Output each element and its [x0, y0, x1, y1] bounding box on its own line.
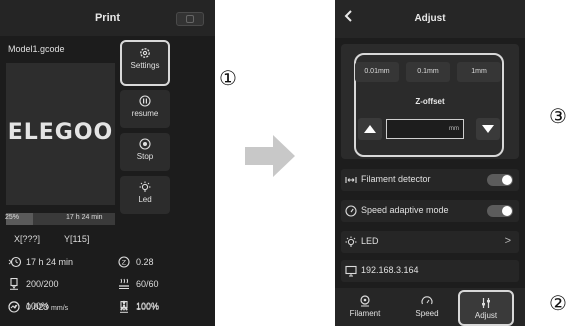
progress-percent: 25%	[5, 214, 20, 221]
stop-icon	[139, 138, 151, 150]
resume-button[interactable]: resume	[120, 90, 170, 128]
speed-adaptive-row[interactable]: Speed adaptive mode	[341, 200, 519, 222]
tab-filament-label: Filament	[349, 309, 381, 318]
flow-gauge-icon	[8, 301, 20, 313]
stat-time-value: 17 h 24 min	[26, 257, 74, 267]
adjust-title: Adjust	[414, 13, 446, 24]
window-icon	[186, 15, 194, 23]
stat-flow-value: 0.023 mm/s	[26, 302, 69, 312]
triangle-down-icon	[482, 125, 494, 133]
chevron-right-icon: >	[504, 235, 511, 247]
filament-icon	[360, 295, 370, 307]
z-height-icon: Z	[118, 256, 130, 268]
filament-detector-row[interactable]: Filament detector	[341, 169, 519, 191]
led-row-label: LED	[361, 236, 379, 246]
tab-speed[interactable]: Speed	[399, 290, 455, 326]
tab-filament[interactable]: Filament	[337, 290, 393, 326]
stat-bed-value: 60/60	[136, 279, 159, 289]
print-screen: Print Model1.gcode ELEGOO Settings resum…	[0, 0, 215, 326]
right-arrow-icon	[245, 135, 295, 177]
tab-adjust-label: Adjust	[474, 311, 498, 320]
time-remaining: 17 h 24 min	[66, 214, 103, 221]
speedometer-icon	[345, 205, 357, 217]
led-label: Led	[138, 195, 152, 204]
adjust-icon	[482, 298, 490, 308]
z-up-button[interactable]	[358, 118, 382, 140]
speed-adaptive-label: Speed adaptive mode	[361, 205, 449, 215]
tab-speed-label: Speed	[415, 309, 439, 318]
svg-text:Z: Z	[122, 258, 127, 266]
ip-address-row: 192.168.3.164	[341, 260, 519, 282]
filament-detector-toggle[interactable]	[487, 174, 513, 186]
z-offset-field[interactable]: mm	[386, 119, 464, 139]
resume-icon	[139, 95, 151, 107]
clock-arrow-icon	[8, 256, 22, 268]
step-marker-1: ①	[219, 66, 237, 90]
resume-label: resume	[131, 109, 159, 118]
triangle-up-icon	[364, 125, 376, 133]
speed-adaptive-toggle[interactable]	[487, 205, 513, 217]
z-offset-label: Z-offset	[415, 97, 445, 106]
speedometer-icon	[421, 296, 433, 305]
led-row[interactable]: LED >	[341, 231, 519, 253]
z-down-button[interactable]	[476, 118, 500, 140]
adjust-screen: Adjust 0.01mm 0.1mm 1mm Z-offset mm Fila…	[335, 0, 525, 326]
step-0.1mm-button[interactable]: 0.1mm	[406, 62, 450, 82]
filament-detector-icon	[345, 177, 357, 183]
settings-label: Settings	[130, 61, 160, 70]
led-button[interactable]: Led	[120, 176, 170, 214]
settings-button[interactable]: Settings	[120, 40, 170, 86]
header-window-button[interactable]	[176, 12, 204, 26]
stop-label: Stop	[136, 152, 154, 161]
stop-button[interactable]: Stop	[120, 133, 170, 171]
extruder-icon	[120, 301, 128, 313]
tab-adjust[interactable]: Adjust	[458, 290, 514, 326]
coord-y: Y[115]	[64, 234, 90, 244]
file-name: Model1.gcode	[8, 44, 65, 54]
heated-bed-icon	[119, 278, 129, 289]
ip-address-label: 192.168.3.164	[361, 265, 419, 275]
stat-z-value: 0.28	[136, 257, 154, 267]
gear-icon	[140, 48, 150, 58]
coord-x: X[???]	[14, 234, 41, 244]
bulb-icon	[345, 236, 357, 247]
bulb-icon	[139, 181, 151, 192]
step-0.01mm-button[interactable]: 0.01mm	[355, 62, 399, 82]
step-marker-3: ③	[549, 104, 567, 128]
nozzle-icon	[10, 278, 18, 290]
step-1mm-button[interactable]: 1mm	[457, 62, 501, 82]
monitor-icon	[345, 265, 357, 277]
stat-nozzle-value: 200/200	[26, 279, 59, 289]
filament-detector-label: Filament detector	[361, 174, 431, 184]
elegoo-logo: ELEGOO	[7, 120, 114, 145]
stat-extrude-value: 100%	[136, 302, 160, 312]
step-marker-2: ②	[549, 291, 567, 315]
